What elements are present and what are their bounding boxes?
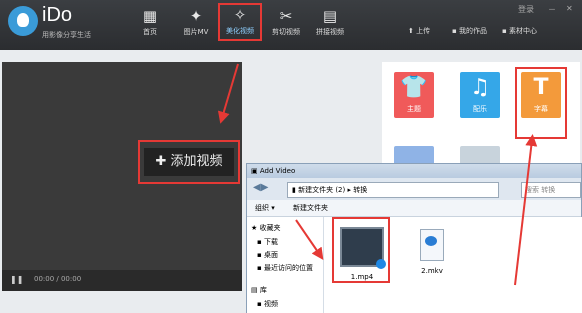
arrow-to-add-video [217, 63, 239, 124]
annotation-arrows [217, 63, 538, 286]
arrow-to-subtitle [514, 134, 538, 286]
arrow-to-file [295, 219, 324, 260]
